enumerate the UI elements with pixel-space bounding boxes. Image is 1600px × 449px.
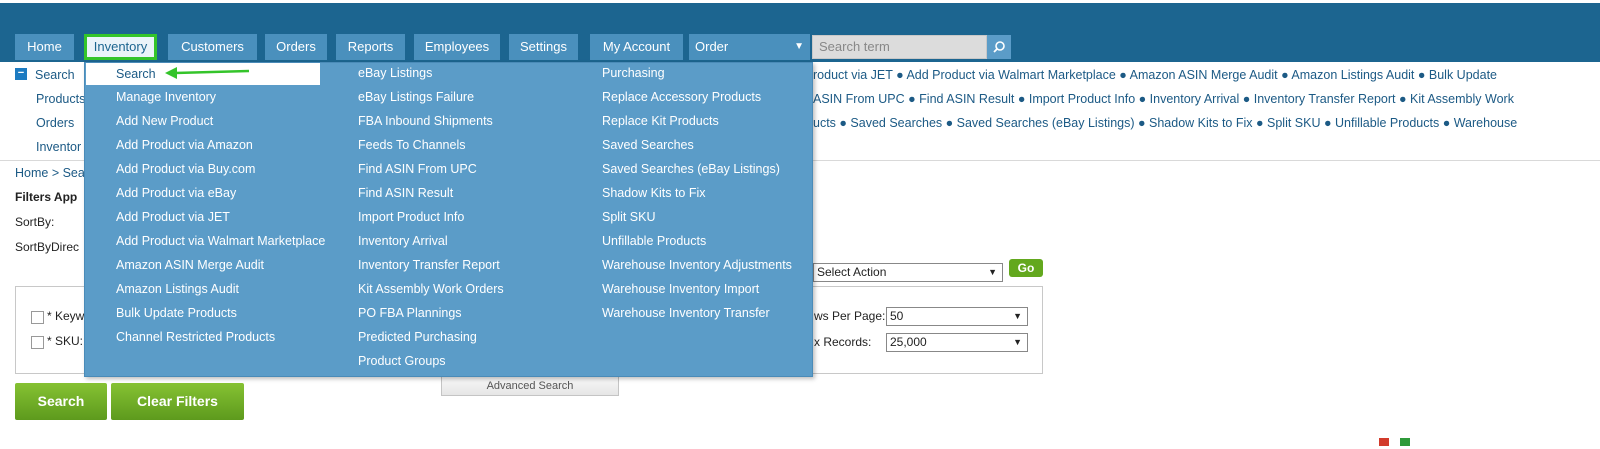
menu-item-feeds-to-channels[interactable]: Feeds To Channels: [358, 138, 465, 152]
menu-item-bulk-update-products[interactable]: Bulk Update Products: [116, 306, 237, 320]
order-select-value: Order: [695, 39, 729, 54]
menu-item-saved-searches-ebay[interactable]: Saved Searches (eBay Listings): [602, 162, 780, 176]
menu-item-add-product-jet[interactable]: Add Product via JET: [116, 210, 230, 224]
quick-link-inventory[interactable]: Inventor: [36, 140, 81, 154]
action-select-value: Select Action: [817, 265, 887, 279]
menu-item-add-product-ebay[interactable]: Add Product via eBay: [116, 186, 236, 200]
quick-link-orders[interactable]: Orders: [36, 116, 74, 130]
menu-item-replace-accessory-products[interactable]: Replace Accessory Products: [602, 90, 761, 104]
quick-links-row-1[interactable]: roduct via JET ● Add Product via Walmart…: [813, 68, 1497, 82]
search-input[interactable]: Search term: [812, 35, 987, 59]
annotation-arrow-icon: [165, 67, 250, 79]
quick-link-products[interactable]: Products: [36, 92, 85, 106]
menu-item-ebay-listings[interactable]: eBay Listings: [358, 66, 432, 80]
menu-item-channel-restricted-products[interactable]: Channel Restricted Products: [116, 330, 275, 344]
go-button[interactable]: Go: [1009, 259, 1043, 277]
menu-item-inventory-arrival[interactable]: Inventory Arrival: [358, 234, 448, 248]
collapse-icon[interactable]: −: [15, 68, 27, 80]
max-records-select[interactable]: 25,000 ▼: [886, 333, 1028, 352]
rows-per-page-value: 50: [890, 309, 904, 323]
menu-item-kit-assembly-work-orders[interactable]: Kit Assembly Work Orders: [358, 282, 504, 296]
menu-item-add-product-walmart[interactable]: Add Product via Walmart Marketplace: [116, 234, 327, 248]
menu-item-split-sku[interactable]: Split SKU: [602, 210, 656, 224]
menu-item-warehouse-inventory-adjustments[interactable]: Warehouse Inventory Adjustments: [602, 258, 792, 272]
tab-employees[interactable]: Employees: [414, 34, 500, 60]
tab-settings[interactable]: Settings: [509, 34, 578, 60]
menu-item-find-asin-from-upc[interactable]: Find ASIN From UPC: [358, 162, 477, 176]
chevron-down-icon: ▼: [1013, 337, 1022, 347]
menu-item-add-product-amazon[interactable]: Add Product via Amazon: [116, 138, 253, 152]
menu-item-purchasing[interactable]: Purchasing: [602, 66, 665, 80]
clear-filters-button[interactable]: Clear Filters: [111, 383, 244, 420]
menu-item-predicted-purchasing[interactable]: Predicted Purchasing: [358, 330, 477, 344]
advanced-search-button[interactable]: Advanced Search: [441, 374, 619, 396]
excel-export-icon[interactable]: [1399, 438, 1410, 446]
sortby-label: SortBy:: [15, 215, 55, 229]
export-icons: [1379, 438, 1410, 449]
tab-reports[interactable]: Reports: [336, 34, 405, 60]
tab-my-account[interactable]: My Account: [590, 34, 683, 60]
filters-applied-label: Filters App: [15, 190, 78, 204]
menu-item-replace-kit-products[interactable]: Replace Kit Products: [602, 114, 719, 128]
menu-item-saved-searches[interactable]: Saved Searches: [602, 138, 694, 152]
quick-link-search[interactable]: Search: [35, 68, 75, 82]
search-icon: [993, 41, 1005, 53]
chevron-down-icon: ▼: [794, 41, 804, 52]
keyword-label: * Keyw: [47, 309, 85, 323]
keyword-checkbox[interactable]: [31, 311, 44, 324]
pdf-export-icon[interactable]: [1379, 438, 1389, 446]
rows-per-page-label: ws Per Page:: [814, 309, 886, 323]
chevron-down-icon: ▼: [1013, 311, 1022, 321]
tab-orders[interactable]: Orders: [265, 34, 327, 60]
menu-item-manage-inventory[interactable]: Manage Inventory: [116, 90, 216, 104]
max-records-label: x Records:: [814, 335, 872, 349]
menu-item-find-asin-result[interactable]: Find ASIN Result: [358, 186, 453, 200]
menu-item-fba-inbound-shipments[interactable]: FBA Inbound Shipments: [358, 114, 493, 128]
menu-item-product-groups[interactable]: Product Groups: [358, 354, 446, 368]
menu-item-unfillable-products[interactable]: Unfillable Products: [602, 234, 706, 248]
quick-links-row-3[interactable]: ucts ● Saved Searches ● Saved Searches (…: [813, 116, 1517, 130]
chevron-down-icon: ▼: [988, 267, 997, 277]
order-type-select[interactable]: Order ▼: [689, 34, 810, 60]
sort-direction-label: SortByDirec: [15, 240, 80, 254]
sku-label: * SKU:: [47, 334, 84, 348]
menu-item-warehouse-inventory-import[interactable]: Warehouse Inventory Import: [602, 282, 759, 296]
sku-checkbox[interactable]: [31, 336, 44, 349]
menu-item-warehouse-inventory-transfer[interactable]: Warehouse Inventory Transfer: [602, 306, 770, 320]
search-submit-button[interactable]: Search: [15, 383, 107, 420]
menu-item-inventory-transfer-report[interactable]: Inventory Transfer Report: [358, 258, 500, 272]
menu-item-po-fba-plannings[interactable]: PO FBA Plannings: [358, 306, 462, 320]
rows-per-page-select[interactable]: 50 ▼: [886, 307, 1028, 326]
inventory-dropdown-menu: Search Manage Inventory Add New Product …: [84, 62, 813, 377]
tab-home[interactable]: Home: [15, 34, 74, 60]
tab-inventory[interactable]: Inventory: [84, 34, 157, 60]
menu-item-amazon-asin-merge-audit[interactable]: Amazon ASIN Merge Audit: [116, 258, 264, 272]
menu-item-amazon-listings-audit[interactable]: Amazon Listings Audit: [116, 282, 239, 296]
menu-item-add-new-product[interactable]: Add New Product: [116, 114, 213, 128]
tab-customers[interactable]: Customers: [168, 34, 257, 60]
menu-item-ebay-listings-failure[interactable]: eBay Listings Failure: [358, 90, 474, 104]
breadcrumb[interactable]: Home > Sea: [15, 166, 85, 180]
action-select[interactable]: Select Action ▼: [813, 263, 1003, 282]
menu-item-import-product-info[interactable]: Import Product Info: [358, 210, 464, 224]
menu-item-shadow-kits-to-fix[interactable]: Shadow Kits to Fix: [602, 186, 706, 200]
search-button[interactable]: [987, 35, 1011, 59]
quick-links-row-2[interactable]: ASIN From UPC ● Find ASIN Result ● Impor…: [813, 92, 1514, 106]
max-records-value: 25,000: [890, 335, 927, 349]
menu-item-add-product-buy[interactable]: Add Product via Buy.com: [116, 162, 255, 176]
